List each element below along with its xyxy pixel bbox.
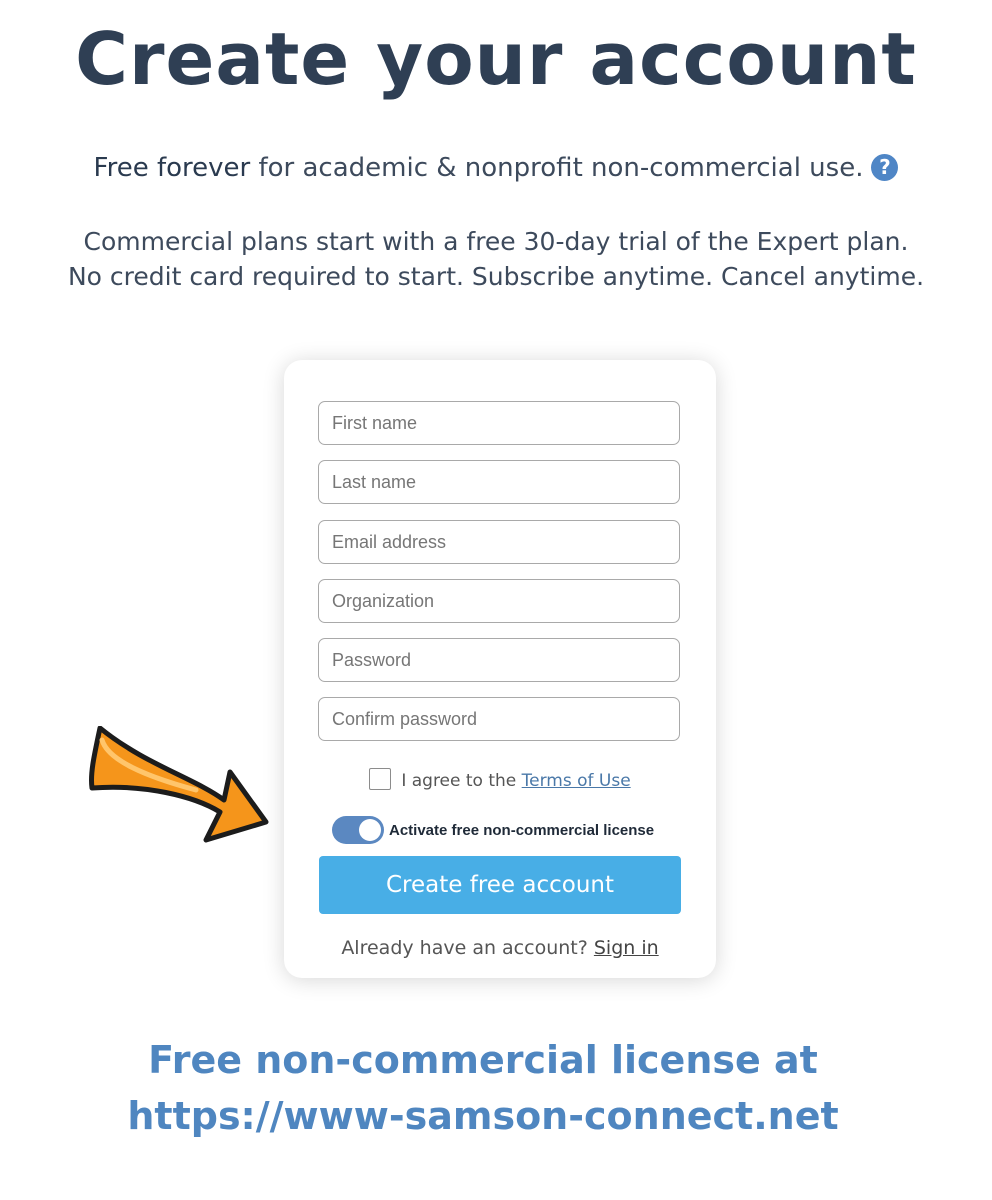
toggle-knob [359, 819, 381, 841]
orange-arrow-icon [89, 726, 269, 843]
terms-agreement: I agree to the Terms of Use [284, 768, 716, 794]
email-field[interactable] [318, 520, 680, 564]
terms-checkbox[interactable] [369, 768, 392, 790]
terms-of-use-link[interactable]: Terms of Use [522, 771, 631, 791]
tagline-rest: for academic & nonprofit non-commercial … [250, 153, 864, 183]
create-account-button[interactable]: Create free account [319, 856, 681, 914]
tagline-strong: Free forever [93, 153, 251, 183]
signup-card: I agree to the Terms of Use Activate fre… [284, 360, 716, 978]
footer-line-1: Free non-commercial license at [148, 1038, 818, 1082]
license-toggle-row: Activate free non-commercial license [332, 816, 654, 844]
sign-in-link[interactable]: Sign in [594, 937, 659, 959]
commercial-line-1: Commercial plans start with a free 30-da… [83, 227, 909, 256]
page-title: Create your account [75, 17, 917, 101]
agree-text: I agree to the [401, 771, 522, 791]
license-footer-note: Free non-commercial license at https://w… [0, 1032, 966, 1144]
organization-field[interactable] [318, 579, 680, 623]
license-toggle-label[interactable]: Activate free non-commercial license [389, 822, 654, 839]
footer-url: https://www-samson-connect.net [127, 1094, 839, 1138]
commercial-line-2: No credit card required to start. Subscr… [67, 262, 925, 291]
signin-prompt: Already have an account? Sign in [284, 934, 716, 962]
question-circle-icon[interactable]: ? [871, 154, 899, 181]
license-toggle[interactable] [332, 816, 384, 844]
first-name-field[interactable] [318, 401, 680, 445]
last-name-field[interactable] [318, 460, 680, 504]
password-field[interactable] [318, 638, 680, 682]
signin-prompt-text: Already have an account? [341, 937, 594, 959]
tagline: Free forever for academic & nonprofit no… [0, 150, 992, 186]
commercial-plans-note: Commercial plans start with a free 30-da… [0, 224, 992, 294]
confirm-password-field[interactable] [318, 697, 680, 741]
